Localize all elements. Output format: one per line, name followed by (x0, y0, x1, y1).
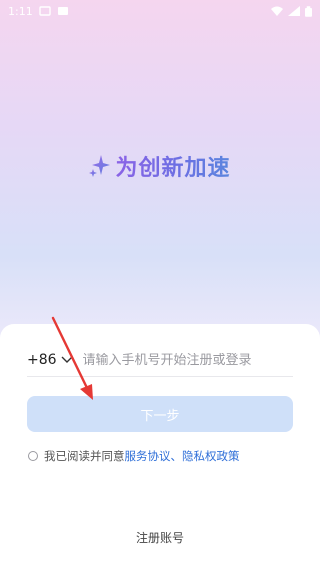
phone-row: +86 (27, 344, 293, 377)
agreement-row: 我已阅读并同意 服务协议 、 隐私权政策 (28, 448, 240, 464)
register-account-link[interactable]: 注册账号 (0, 529, 320, 546)
service-agreement-link[interactable]: 服务协议 (125, 448, 171, 464)
chevron-down-icon[interactable] (61, 356, 73, 364)
signal-icon (288, 6, 300, 16)
login-card: +86 下一步 我已阅读并同意 服务协议 、 隐私权政策 注册账号 (0, 324, 320, 569)
agreement-radio[interactable] (28, 451, 38, 461)
privacy-policy-link[interactable]: 隐私权政策 (182, 448, 240, 464)
next-step-button[interactable]: 下一步 (27, 396, 293, 432)
gallery-icon (57, 7, 68, 15)
agreement-prefix: 我已阅读并同意 (44, 449, 125, 463)
status-left: 1:11 (8, 5, 69, 18)
slogan-text: 为创新加速 (115, 150, 230, 182)
status-time: 1:11 (8, 4, 33, 18)
wifi-icon (271, 6, 283, 16)
notification-icon (39, 6, 51, 16)
status-bar: 1:11 (0, 0, 320, 22)
agreement-separator: 、 (170, 449, 183, 463)
status-right (271, 5, 312, 17)
battery-icon (305, 5, 312, 17)
phone-input[interactable] (82, 352, 273, 368)
country-code-selector[interactable]: +86 (27, 352, 57, 368)
sparkle-icon (89, 155, 111, 177)
slogan: 为创新加速 (0, 150, 320, 182)
